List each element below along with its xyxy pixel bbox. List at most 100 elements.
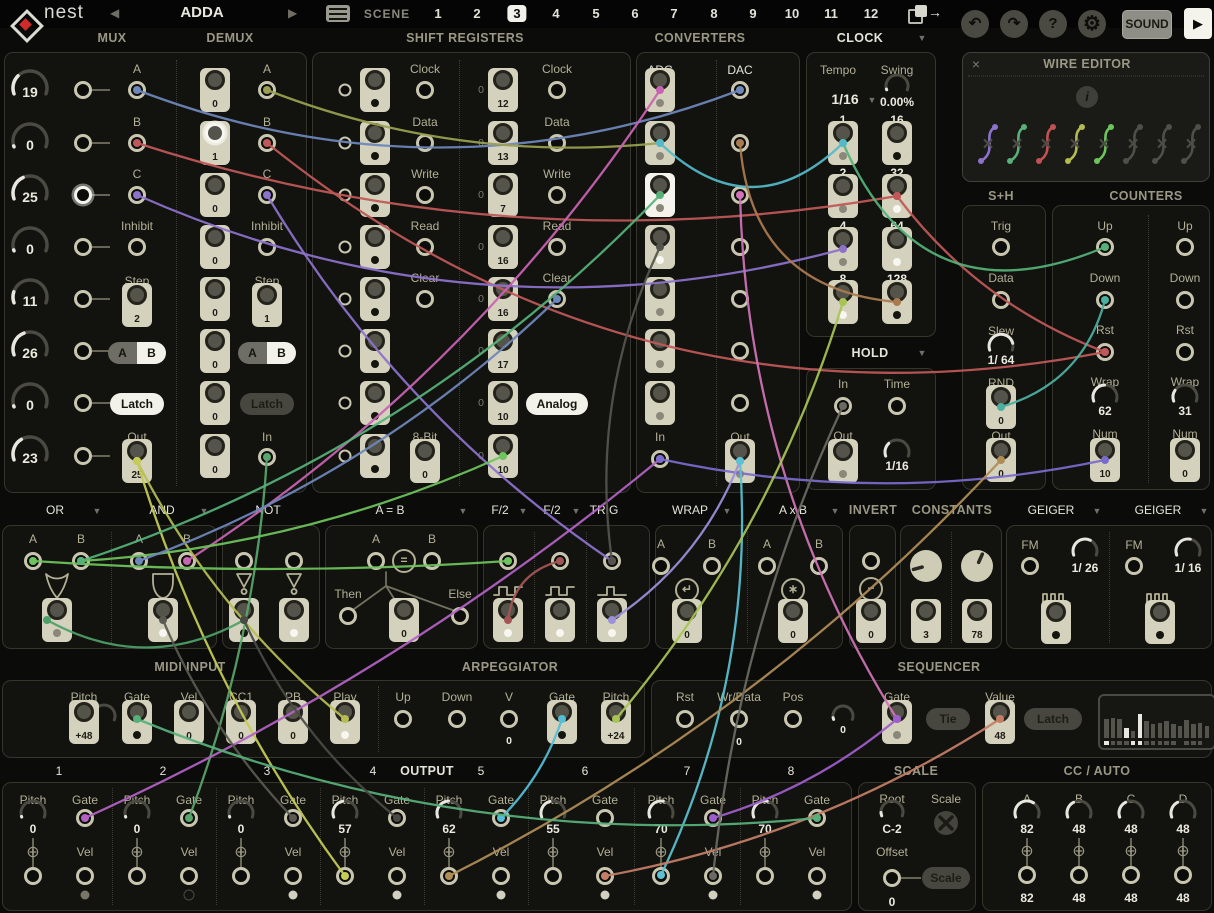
clock-div-jack-8[interactable]: [828, 280, 858, 324]
tempo-value[interactable]: 1/16: [831, 91, 858, 107]
sr1-port-Clock[interactable]: [416, 81, 434, 99]
dropdown-caret[interactable]: ▼: [1093, 506, 1102, 516]
not1-out-jack[interactable]: [229, 598, 259, 642]
sr2-value-jack[interactable]: 12: [488, 68, 518, 112]
sr2-value-jack[interactable]: 17: [488, 329, 518, 373]
sr1-tap-port[interactable]: [339, 137, 352, 150]
seq-rst-port[interactable]: [676, 710, 694, 728]
wire-delete-icon[interactable]: ×: [1185, 134, 1196, 156]
left-knob-out-port[interactable]: [74, 394, 92, 412]
dropdown-caret[interactable]: ▼: [1200, 506, 1209, 516]
mux-port-B[interactable]: [128, 134, 146, 152]
close-icon[interactable]: ×: [972, 56, 980, 72]
f2a-out-jack[interactable]: [493, 598, 523, 642]
sound-button[interactable]: SOUND: [1122, 10, 1172, 39]
cc-b-port[interactable]: [1070, 866, 1088, 884]
clock-div-jack-32[interactable]: [882, 174, 912, 218]
counter2-down-port[interactable]: [1176, 291, 1194, 309]
demux-latch-button[interactable]: Latch: [240, 393, 294, 415]
sr1-tap-port[interactable]: [339, 293, 352, 306]
sr1-bit-jack[interactable]: [360, 225, 390, 269]
sr2-port-Clock[interactable]: [548, 81, 566, 99]
adc-in-port[interactable]: [651, 450, 669, 468]
scene-button-5[interactable]: 5: [586, 5, 605, 22]
ch3-gate-port[interactable]: [284, 809, 302, 827]
constant2-out-jack[interactable]: 78: [962, 599, 992, 643]
sr1-tap-port[interactable]: [339, 189, 352, 202]
invert-in-port[interactable]: [862, 552, 880, 570]
logic-header-0[interactable]: OR: [46, 503, 64, 517]
ch5-pitch-port[interactable]: [440, 867, 458, 885]
dac-bit-port-1[interactable]: [731, 81, 749, 99]
dac-bit-port-5[interactable]: [731, 290, 749, 308]
left-knob-out-port[interactable]: [74, 134, 92, 152]
sr1-8bit-jack[interactable]: 0: [410, 439, 440, 483]
not1-in-port[interactable]: [235, 552, 253, 570]
demux-out-jack-8[interactable]: 0: [200, 434, 230, 478]
undo-button[interactable]: ↶: [961, 10, 989, 38]
dropdown-caret[interactable]: ▼: [200, 506, 209, 516]
counter1-num-jack[interactable]: 10: [1090, 438, 1120, 482]
sr2-port-Write[interactable]: [548, 186, 566, 204]
dropdown-caret[interactable]: ▼: [868, 95, 877, 105]
and-b-port[interactable]: [178, 552, 196, 570]
logic-header-11[interactable]: GEIGER: [1028, 503, 1075, 517]
wire-delete-icon[interactable]: ×: [1069, 134, 1080, 156]
or-out-jack[interactable]: [42, 598, 72, 642]
sr1-tap-port[interactable]: [339, 241, 352, 254]
arp-down-port[interactable]: [448, 710, 466, 728]
wire-delete-icon[interactable]: ×: [982, 134, 993, 156]
mux-port-C[interactable]: [128, 186, 146, 204]
f2b-out-jack[interactable]: [545, 598, 575, 642]
aeb-out-jack[interactable]: 0: [389, 598, 419, 642]
clock-div-jack-4[interactable]: [828, 227, 858, 271]
left-knob-out-port[interactable]: [74, 342, 92, 360]
logic-header-12[interactable]: GEIGER: [1135, 503, 1182, 517]
mux-latch-button[interactable]: Latch: [110, 393, 164, 415]
adc-bit-jack-3[interactable]: [645, 173, 675, 217]
wire-delete-icon[interactable]: ×: [1040, 134, 1051, 156]
demux-out-jack-1[interactable]: 0: [200, 68, 230, 112]
sr1-bit-jack[interactable]: [360, 329, 390, 373]
wire-delete-icon[interactable]: ×: [1011, 134, 1022, 156]
cc-c-port[interactable]: [1122, 866, 1140, 884]
ch6-gate-port[interactable]: [596, 809, 614, 827]
midi-play-jack[interactable]: [330, 700, 360, 744]
or-a-port[interactable]: [24, 552, 42, 570]
aeb-a-port[interactable]: [367, 552, 385, 570]
dropdown-caret[interactable]: ▼: [572, 506, 581, 516]
adc-bit-jack-4[interactable]: [645, 225, 675, 269]
mux-out-jack[interactable]: 25: [122, 439, 152, 483]
wrap-out-jack[interactable]: 0: [672, 599, 702, 643]
sr2-value-jack[interactable]: 7: [488, 173, 518, 217]
trig-in-port[interactable]: [603, 552, 621, 570]
seq-pos-port[interactable]: [784, 710, 802, 728]
demux-ab-toggle[interactable]: AB: [238, 342, 296, 364]
dropdown-caret[interactable]: ▼: [723, 506, 732, 516]
arp-pitch-jack[interactable]: +24: [601, 700, 631, 744]
ch2-vel-port[interactable]: [180, 867, 198, 885]
adc-bit-jack-7[interactable]: [645, 381, 675, 425]
counter1-down-port[interactable]: [1096, 291, 1114, 309]
sr1-bit-jack[interactable]: [360, 68, 390, 112]
sr1-port-Write[interactable]: [416, 186, 434, 204]
ch4-gate-port[interactable]: [388, 809, 406, 827]
dropdown-caret[interactable]: ▼: [519, 506, 528, 516]
axb-a-port[interactable]: [758, 557, 776, 575]
sr2-value-jack[interactable]: 16: [488, 225, 518, 269]
demux-out-jack-5[interactable]: 0: [200, 277, 230, 321]
or-b-port[interactable]: [72, 552, 90, 570]
ch7-gate-port[interactable]: [704, 809, 722, 827]
seq-wr-port[interactable]: [730, 710, 748, 728]
aeb-else-port[interactable]: [451, 607, 469, 625]
demux-in-port[interactable]: [258, 448, 276, 466]
scene-button-2[interactable]: 2: [467, 5, 486, 22]
scene-button-3[interactable]: 3: [507, 5, 526, 22]
sh-rnd-jack[interactable]: 0: [986, 385, 1016, 429]
geiger1-out-jack[interactable]: [1041, 600, 1071, 644]
ch4-vel-port[interactable]: [388, 867, 406, 885]
clock-div-jack-2[interactable]: [828, 174, 858, 218]
hold-out-jack[interactable]: [828, 439, 858, 483]
ch1-pitch-port[interactable]: [24, 867, 42, 885]
adc-bit-jack-1[interactable]: [645, 68, 675, 112]
